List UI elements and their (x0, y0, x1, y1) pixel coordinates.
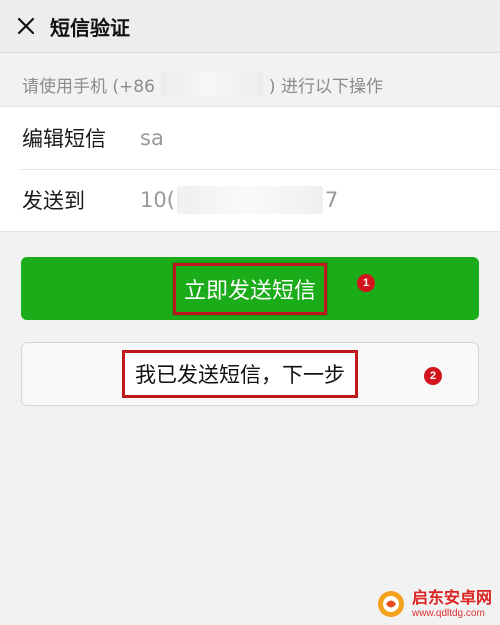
watermark-url: www.qdltdg.com (411, 607, 485, 619)
top-bar: 短信验证 (0, 0, 500, 53)
send-to-number-end: 7 (324, 188, 339, 212)
step-badge-1: 1 (357, 274, 375, 292)
send-to-row: 发送到 10( 7 (0, 169, 500, 231)
sms-details-card: 编辑短信 sa 发送到 10( 7 (0, 106, 500, 232)
watermark-logo-icon (377, 591, 404, 617)
sms-content-value: sa (140, 126, 164, 150)
send-sms-now-button[interactable]: 立即发送短信 (21, 257, 479, 320)
masked-phone-number (160, 71, 263, 97)
instruction-prefix: 请使用手机 (+86 (22, 76, 155, 97)
watermark-name: 启东安卓网 (411, 587, 492, 607)
close-button[interactable] (12, 12, 40, 40)
sms-sent-next-button[interactable]: 我已发送短信，下一步 (21, 342, 479, 406)
send-to-label: 发送到 (22, 189, 85, 213)
sms-sent-next-label: 我已发送短信，下一步 (122, 350, 358, 398)
site-watermark: 启东安卓网 www.qdltdg.com (376, 589, 492, 619)
send-to-number-start: 10( (140, 188, 175, 212)
close-icon (17, 17, 35, 35)
send-to-value: 10( 7 (140, 186, 338, 214)
masked-number (176, 186, 323, 214)
sms-content-row: 编辑短信 sa (0, 107, 500, 169)
send-sms-now-label: 立即发送短信 (172, 262, 327, 315)
page-title: 短信验证 (50, 15, 130, 40)
instruction-text: 请使用手机 (+86 ) 进行以下操作 (22, 70, 383, 98)
step-badge-2: 2 (424, 367, 442, 385)
sms-content-label: 编辑短信 (22, 127, 106, 151)
instruction-suffix: ) 进行以下操作 (268, 76, 383, 97)
